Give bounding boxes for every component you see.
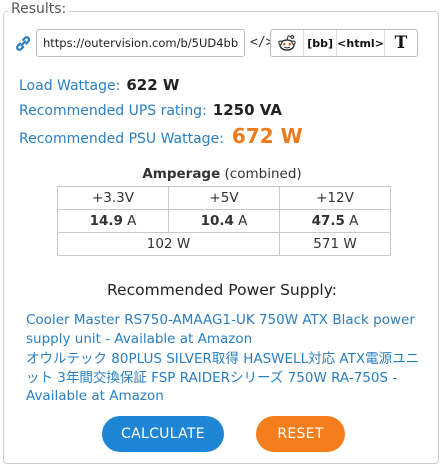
share-row: </> [bb] <html> T <box>14 29 434 57</box>
amps-unit: A <box>349 213 359 229</box>
ups-rating-value: 1250 VA <box>212 101 282 119</box>
amperage-values-row: 14.9 A 10.4 A 47.5 A <box>57 209 391 233</box>
share-url-input[interactable] <box>36 29 245 57</box>
combined-12v-watts: 571 W <box>279 232 391 256</box>
rail-5v-amps: 10.4 A <box>168 209 280 233</box>
reddit-share-button[interactable] <box>271 30 305 56</box>
load-wattage-label: Load Wattage: <box>19 78 121 94</box>
amperage-title-bold: Amperage <box>142 166 221 182</box>
amperage-table: +3.3V +5V +12V 14.9 A 10.4 A 47.5 A 102 … <box>57 186 391 256</box>
psu-wattage-row: Recommended PSU Wattage: 672 W <box>19 124 303 148</box>
text-share-button[interactable]: T <box>385 30 417 56</box>
rail-3v3-amps-value: 14.9 <box>89 213 123 229</box>
share-button-group: [bb] <html> T <box>270 29 418 57</box>
reset-button[interactable]: RESET <box>256 416 345 452</box>
rail-12v-header: +12V <box>279 186 391 210</box>
ups-rating-row: Recommended UPS rating: 1250 VA <box>19 101 282 119</box>
calculate-button[interactable]: CALCULATE <box>102 416 224 452</box>
rail-5v-header: +5V <box>168 186 280 210</box>
link-icon <box>14 35 32 51</box>
psu-wattage-value: 672 W <box>231 124 303 148</box>
amperage-title: Amperage (combined) <box>0 166 444 182</box>
bbcode-share-button[interactable]: [bb] <box>304 30 338 56</box>
ups-rating-label: Recommended UPS rating: <box>19 103 207 119</box>
html-share-button[interactable]: <html> <box>337 30 385 56</box>
amps-unit: A <box>127 213 137 229</box>
rail-3v3-header: +3.3V <box>57 186 169 210</box>
load-wattage-value: 622 W <box>126 76 180 94</box>
product-link-cooler-master[interactable]: Cooler Master RS750-AMAAG1-UK 750W ATX B… <box>26 311 421 348</box>
psu-wattage-label: Recommended PSU Wattage: <box>19 131 224 147</box>
rail-12v-amps: 47.5 A <box>279 209 391 233</box>
rail-12v-amps-value: 47.5 <box>311 213 345 229</box>
embed-code-icon[interactable]: </> <box>250 33 273 53</box>
rail-5v-amps-value: 10.4 <box>200 213 234 229</box>
rail-3v3-amps: 14.9 A <box>57 209 169 233</box>
combined-3v3-5v-watts: 102 W <box>57 232 280 256</box>
combined-watts-row: 102 W 571 W <box>57 232 391 256</box>
amps-unit: A <box>238 213 248 229</box>
recommended-psu-title: Recommended Power Supply: <box>106 281 338 299</box>
amperage-title-rest: (combined) <box>220 166 302 182</box>
amperage-header-row: +3.3V +5V +12V <box>57 186 391 210</box>
load-wattage-row: Load Wattage: 622 W <box>19 76 179 94</box>
results-legend: Results: <box>8 1 70 17</box>
product-link-fsp-raider[interactable]: オウルテック 80PLUS SILVER取得 HASWELL対応 ATX電源ユニ… <box>26 350 421 406</box>
reddit-icon <box>278 35 296 51</box>
